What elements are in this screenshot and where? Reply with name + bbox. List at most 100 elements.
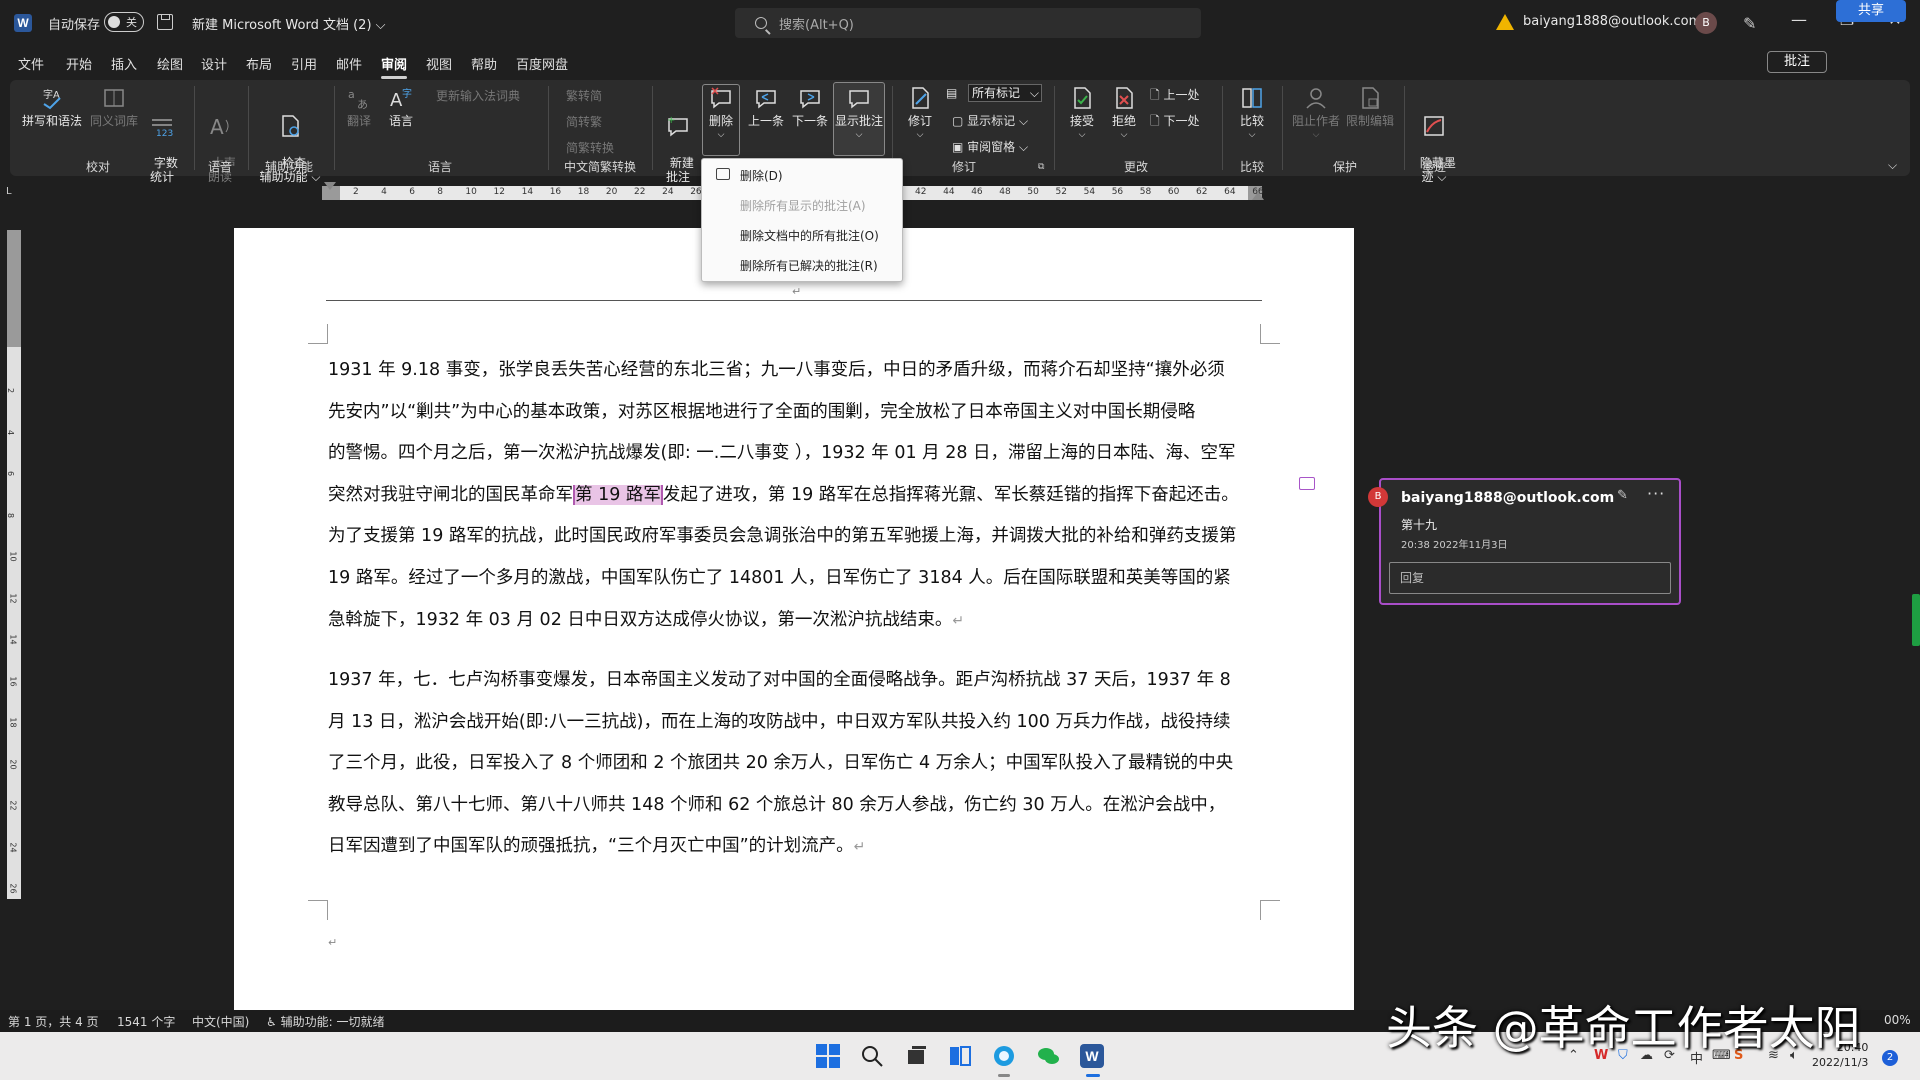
share-button[interactable]: 共享	[1836, 0, 1906, 22]
svg-text:a: a	[348, 88, 355, 101]
wechat-glyph	[1038, 1048, 1059, 1064]
first-line-indent-marker[interactable]	[324, 182, 336, 190]
warning-icon[interactable]	[1496, 14, 1514, 30]
ruler-tick-label: 52	[1055, 187, 1067, 197]
collapse-ribbon-icon[interactable]: ⌵	[1888, 158, 1897, 173]
task-view-icon[interactable]	[904, 1044, 928, 1068]
tab-draw[interactable]: 绘图	[157, 54, 183, 73]
paragraph-1[interactable]: 1931 年 9.18 事变，张学良丢失苦心经营的东北三省；九一八事变后，中日的…	[328, 350, 1264, 642]
reject-label: 拒绝	[1111, 114, 1136, 128]
language-label: 语言	[388, 114, 413, 128]
text-segment: 突然对我驻守闸北的国民革命军	[328, 484, 573, 505]
browser-icon[interactable]	[992, 1044, 1016, 1068]
tab-file[interactable]: 文件	[18, 54, 44, 73]
spelling-grammar-button[interactable]: 字A 拼写和语法	[20, 86, 84, 128]
tab-references[interactable]: 引用	[291, 54, 317, 73]
commented-text[interactable]: 第 19 路军	[573, 484, 663, 505]
previous-comment-button[interactable]: 上一条	[744, 86, 788, 128]
restrict-editing-icon	[1362, 87, 1379, 109]
simplified-to-traditional-button[interactable]: 简转繁	[566, 113, 602, 130]
svg-text:A: A	[210, 115, 224, 138]
comments-button[interactable]: 批注	[1767, 51, 1827, 73]
svg-text:+: +	[667, 115, 675, 126]
zoom-level[interactable]: 00%	[1884, 1013, 1911, 1027]
compare-button[interactable]: 比较 ⌵	[1234, 86, 1270, 142]
right-indent-marker[interactable]	[1252, 192, 1264, 200]
delete-comment-icon	[716, 168, 730, 180]
accept-button[interactable]: 接受 ⌵	[1064, 86, 1100, 142]
status-language[interactable]: 中文(中国)	[192, 1013, 249, 1030]
reply-input[interactable]: 回复	[1389, 562, 1671, 594]
tab-home[interactable]: 开始	[66, 54, 92, 73]
menu-item-delete-all-in-document[interactable]: 删除文档中的所有批注(O)	[740, 227, 879, 244]
previous-comment-label: 上一条	[747, 114, 784, 128]
autosave-toggle[interactable]: 关	[104, 12, 144, 32]
tab-selector-icon[interactable]: L	[6, 186, 12, 197]
tab-help[interactable]: 帮助	[471, 54, 497, 73]
tab-mailings[interactable]: 邮件	[336, 54, 362, 73]
next-comment-button[interactable]: 下一条	[788, 86, 832, 128]
menu-item-delete-all-resolved[interactable]: 删除所有已解决的批注(R)	[740, 257, 878, 274]
next-change-button[interactable]: 🗋 下一处	[1150, 112, 1199, 133]
svg-text:字: 字	[402, 87, 412, 100]
reject-button[interactable]: 拒绝 ⌵	[1106, 86, 1142, 142]
search-icon	[755, 17, 767, 29]
account-name[interactable]: baiyang1888@outlook.com	[1523, 14, 1701, 29]
more-options-icon[interactable]: ···	[1647, 484, 1665, 503]
next-comment-icon	[800, 90, 820, 109]
document-page[interactable]: ↵ 1931 年 9.18 事变，张学良丢失苦心经营的东北三省；九一八事变后，中…	[234, 228, 1354, 1010]
show-comments-button[interactable]: 显示批注 ⌵	[834, 86, 884, 142]
ruler-tick-label: 48	[999, 187, 1011, 197]
translate-button[interactable]: aあ 翻译	[342, 86, 376, 128]
status-page-count[interactable]: 第 1 页，共 4 页	[8, 1013, 99, 1030]
delete-comment-button[interactable]: 删除 ⌵	[703, 86, 739, 142]
track-changes-button[interactable]: 修订 ⌵	[902, 86, 938, 142]
search-placeholder: 搜索(Alt+Q)	[779, 17, 854, 33]
new-comment-button[interactable]: + 新建 批注	[658, 86, 698, 184]
paragraph-2[interactable]: 1937 年，七．七卢沟桥事变爆发，日本帝国主义发动了对中国的全面侵略战争。距卢…	[328, 660, 1264, 869]
comment-marker-icon[interactable]	[1299, 477, 1315, 490]
traditional-to-simplified-button[interactable]: 繁转简	[566, 87, 602, 104]
edit-icon[interactable]: ✎	[1617, 488, 1628, 503]
group-label-proofing: 校对	[86, 160, 111, 174]
word-count-button[interactable]: 123 字数 统计	[144, 86, 180, 184]
document-title[interactable]: 新建 Microsoft Word 文档 (2) ⌵	[192, 14, 386, 33]
status-accessibility[interactable]: ♿ 辅助功能: 一切就绪	[266, 1013, 384, 1030]
paragraph-mark: ↵	[853, 839, 866, 856]
minimize-button[interactable]: —	[1784, 10, 1814, 29]
taskbar-search-icon[interactable]	[860, 1044, 884, 1068]
show-markup-button[interactable]: ▢ 显示标记 ⌵	[952, 112, 1028, 129]
ruler-tick-label: 12	[8, 592, 18, 604]
notification-badge[interactable]: 2	[1882, 1050, 1898, 1066]
word-taskbar-icon[interactable]: W	[1080, 1044, 1104, 1068]
wechat-icon[interactable]	[1036, 1044, 1060, 1068]
language-button[interactable]: A字 语言	[384, 86, 418, 128]
restrict-editing-button[interactable]: 限制编辑	[1344, 86, 1396, 128]
tab-layout[interactable]: 布局	[246, 54, 272, 73]
text-segment: 日军因遭到了中国军队的顽强抵抗，“三个月灭亡中国”的计划流产。	[328, 836, 854, 857]
status-word-count[interactable]: 1541 个字	[117, 1013, 175, 1030]
tab-view[interactable]: 视图	[426, 54, 452, 73]
menu-item-delete[interactable]: 删除(D)	[740, 167, 783, 184]
scrollbar-thumb[interactable]	[1912, 594, 1920, 646]
tab-insert[interactable]: 插入	[111, 54, 137, 73]
update-ime-dictionary[interactable]: 更新输入法词典	[436, 87, 520, 104]
tab-design[interactable]: 设计	[201, 54, 227, 73]
pen-icon[interactable]: ✎	[1743, 14, 1756, 33]
windows-start-icon[interactable]	[816, 1044, 840, 1068]
markup-select[interactable]: 所有标记 ⌵	[968, 84, 1042, 102]
save-icon[interactable]	[157, 14, 173, 30]
chinese-conversion-button[interactable]: 简繁转换	[566, 139, 614, 156]
review-pane-button[interactable]: ▣ 审阅窗格 ⌵	[952, 138, 1028, 155]
block-authors-button[interactable]: 阻止作者 ⌵	[1290, 86, 1342, 142]
widgets-icon[interactable]	[948, 1044, 972, 1068]
tab-baidu-netdisk[interactable]: 百度网盘	[516, 54, 568, 73]
previous-change-button[interactable]: 🗋 上一处	[1150, 86, 1199, 107]
tab-review[interactable]: 审阅	[381, 54, 408, 79]
avatar[interactable]: B	[1695, 12, 1717, 34]
dialog-launcher-icon[interactable]: ⧉	[1038, 162, 1044, 172]
ruler-tick-label: 18	[8, 717, 18, 728]
search-input[interactable]: 搜索(Alt+Q)	[735, 8, 1201, 38]
comment-card[interactable]: baiyang1888@outlook.com ✎ ··· 第十九 20:38 …	[1379, 478, 1681, 605]
thesaurus-button[interactable]: 同义词库	[88, 86, 140, 128]
